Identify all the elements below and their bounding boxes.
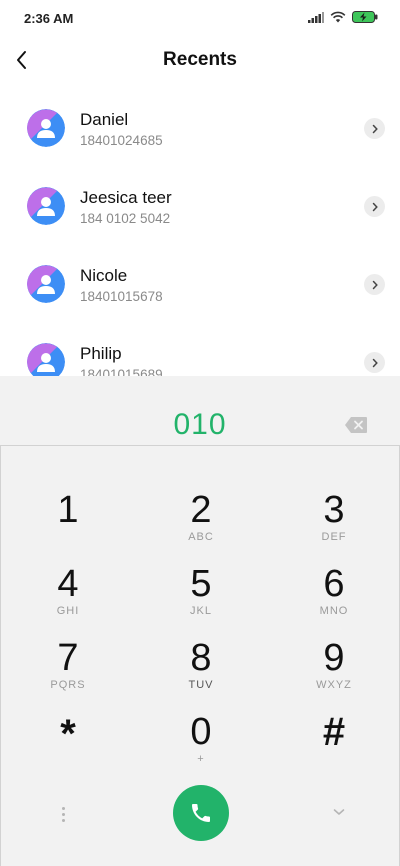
contact-number: 18401024685 xyxy=(80,133,163,148)
keypad: 1 2 ABC 3 DEF 4 GHI 5 JKL 6 MNO 7 PQRS 8 xyxy=(0,445,400,866)
contact-avatar-icon xyxy=(27,187,65,225)
chevron-right-icon xyxy=(372,280,378,289)
contact-detail-button[interactable] xyxy=(364,118,385,139)
recent-item-philip[interactable]: Philip 18401015689 xyxy=(0,324,400,376)
backspace-button[interactable] xyxy=(344,416,368,434)
dial-display: 010 xyxy=(0,376,400,446)
key-1[interactable]: 1 xyxy=(13,490,123,560)
key-digit: 6 xyxy=(323,563,345,605)
contact-avatar-icon xyxy=(27,109,65,147)
key-letters: GHI xyxy=(56,605,80,617)
recents-list[interactable]: Daniel 18401024685 Jeesica teer 184 0102… xyxy=(0,90,400,376)
dialer-panel: 010 1 2 ABC 3 DEF 4 GHI 5 JKL 6 MNO 7 PQ… xyxy=(0,376,400,866)
key-letters: ABC xyxy=(188,531,214,543)
wifi-icon xyxy=(330,11,346,23)
key-letters: WXYZ xyxy=(316,679,352,691)
key-digit: 3 xyxy=(323,489,345,531)
contact-number: 184 0102 5042 xyxy=(80,211,171,226)
contact-avatar-icon xyxy=(27,343,65,376)
contact-number: 18401015678 xyxy=(80,289,163,304)
key-digit: 0 xyxy=(190,711,212,753)
recent-item-daniel[interactable]: Daniel 18401024685 xyxy=(0,90,400,168)
avatar xyxy=(27,343,65,376)
key-3[interactable]: 3 DEF xyxy=(279,490,389,560)
key-8[interactable]: 8 TUV xyxy=(146,638,256,708)
avatar xyxy=(27,187,65,225)
avatar xyxy=(27,109,65,147)
key-9[interactable]: 9 WXYZ xyxy=(279,638,389,708)
chevron-right-icon xyxy=(372,358,378,367)
more-vertical-icon xyxy=(61,806,65,810)
phone-icon xyxy=(192,804,210,822)
key-0[interactable]: 0 + xyxy=(146,712,256,782)
signal-icon xyxy=(308,11,324,23)
more-vertical-icon xyxy=(61,818,65,822)
chevron-right-icon xyxy=(372,202,378,211)
contact-detail-button[interactable] xyxy=(364,274,385,295)
key-6[interactable]: 6 MNO xyxy=(279,564,389,634)
contact-avatar-icon xyxy=(27,265,65,303)
chevron-right-icon xyxy=(372,124,378,133)
key-digit: 1 xyxy=(57,489,79,531)
avatar xyxy=(27,265,65,303)
key-digit: # xyxy=(322,710,346,754)
key-5[interactable]: 5 JKL xyxy=(146,564,256,634)
dialer-actions xyxy=(1,779,400,859)
key-7[interactable]: 7 PQRS xyxy=(13,638,123,708)
key-letters: + xyxy=(197,753,205,765)
backspace-icon xyxy=(345,417,367,433)
key-letters: MNO xyxy=(319,605,349,617)
contact-detail-button[interactable] xyxy=(364,196,385,217)
contact-detail-button[interactable] xyxy=(364,352,385,373)
more-vertical-icon xyxy=(61,812,65,816)
key-digit: 2 xyxy=(190,489,212,531)
contact-name: Jeesica teer xyxy=(80,188,172,207)
chevron-down-icon xyxy=(333,809,345,815)
battery-charging-icon xyxy=(352,11,378,23)
key-hash[interactable]: # xyxy=(279,712,389,782)
call-button[interactable] xyxy=(173,785,229,841)
header: Recents xyxy=(0,40,400,80)
key-digit: 4 xyxy=(57,563,79,605)
status-bar: 2:36 AM xyxy=(0,0,400,36)
status-time: 2:36 AM xyxy=(24,11,74,26)
key-digit: 9 xyxy=(323,637,345,679)
contact-name: Daniel xyxy=(80,110,129,129)
more-options-button[interactable] xyxy=(53,799,73,829)
contact-number: 18401015689 xyxy=(80,367,163,376)
page-title: Recents xyxy=(163,49,237,70)
key-letters: TUV xyxy=(188,679,214,691)
dialed-number-field[interactable]: 010 xyxy=(0,408,400,442)
recent-item-nicole[interactable]: Nicole 18401015678 xyxy=(0,246,400,324)
key-digit: 8 xyxy=(190,637,212,679)
recent-item-jeesica-teer[interactable]: Jeesica teer 184 0102 5042 xyxy=(0,168,400,246)
key-digit: 5 xyxy=(190,563,212,605)
key-letters: PQRS xyxy=(50,679,86,691)
key-star[interactable]: * xyxy=(13,714,123,784)
key-4[interactable]: 4 GHI xyxy=(13,564,123,634)
key-digit: * xyxy=(60,712,76,756)
key-2[interactable]: 2 ABC xyxy=(146,490,256,560)
status-icons xyxy=(308,11,378,23)
contact-name: Nicole xyxy=(80,266,128,285)
collapse-keypad-button[interactable] xyxy=(328,801,350,823)
key-letters: DEF xyxy=(321,531,347,543)
key-letters: JKL xyxy=(190,605,212,617)
contact-name: Philip xyxy=(80,344,122,363)
key-digit: 7 xyxy=(57,637,79,679)
